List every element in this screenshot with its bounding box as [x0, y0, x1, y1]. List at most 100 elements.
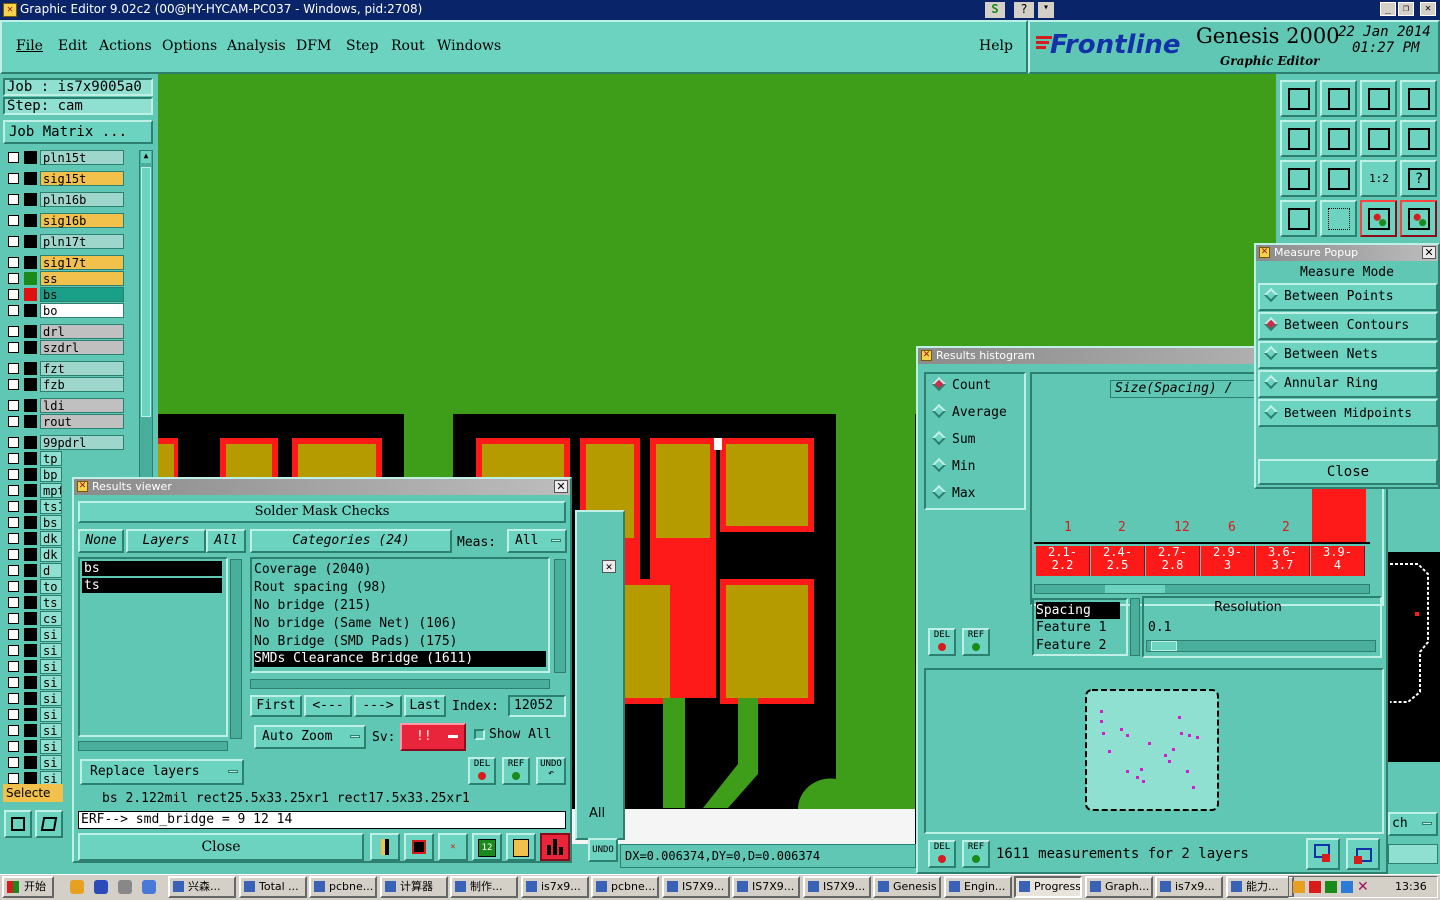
option-between-midpoints[interactable]: Between Midpoints [1258, 399, 1438, 427]
net-icon[interactable] [1400, 200, 1437, 237]
layer-checkbox[interactable] [8, 257, 19, 268]
layer-label[interactable]: pln15t [40, 150, 124, 165]
category-list[interactable]: Coverage (2040) Rout spacing (98) No bri… [250, 557, 550, 673]
menu-item-help[interactable]: Help [979, 38, 1013, 54]
category-item[interactable]: No Bridge (SMD Pads) (175) [254, 633, 548, 651]
layer-row[interactable]: fzt [6, 361, 124, 376]
layer-label[interactable]: bo [40, 303, 124, 318]
category-item[interactable]: No bridge (215) [254, 597, 548, 615]
layer-label[interactable]: si [40, 675, 62, 690]
menu-item-analysis[interactable]: Analysis [227, 38, 286, 54]
layout-icon[interactable] [1400, 80, 1437, 117]
fit-icon[interactable] [1280, 160, 1317, 197]
histogram-bin[interactable]: 3.9- 4 [1311, 546, 1365, 576]
layer-label[interactable]: 99pdrl [40, 435, 124, 450]
last-button[interactable]: Last [404, 695, 446, 717]
layer-label[interactable]: drl [40, 324, 124, 339]
layer-row[interactable]: pln16b [6, 192, 124, 207]
layer-checkbox[interactable] [8, 400, 19, 411]
taskbar-item[interactable]: Total ... [239, 876, 307, 898]
quick-launch-icon[interactable] [94, 880, 108, 894]
category-item[interactable]: Rout spacing (98) [254, 579, 548, 597]
layer-label[interactable]: si [40, 691, 62, 706]
close-window-button[interactable]: ✕ [1420, 2, 1436, 16]
taskbar-item[interactable]: pcbne... [309, 876, 377, 898]
number-icon[interactable]: 12 [472, 833, 502, 861]
spacing-vscroll[interactable] [1130, 598, 1140, 656]
settings-icon[interactable] [1280, 200, 1317, 237]
zoom-to-result-icon[interactable] [1306, 838, 1340, 870]
load-icon[interactable] [1280, 80, 1317, 117]
taskbar-item[interactable]: pcbne... [591, 876, 659, 898]
help-icon[interactable]: ? [1014, 2, 1034, 18]
histogram-icon[interactable] [540, 833, 570, 861]
select-tool-icon[interactable] [4, 810, 32, 838]
layer-label[interactable]: sig16b [40, 213, 124, 228]
category-vscroll[interactable] [554, 559, 566, 673]
layer-checkbox[interactable] [8, 773, 19, 784]
layer-list-item[interactable]: bs [82, 561, 222, 576]
taskbar-item[interactable]: Engin... [944, 876, 1012, 898]
layer-checkbox[interactable] [8, 379, 19, 390]
layer-row[interactable]: sig17t [6, 255, 124, 270]
taskbar-item[interactable]: is7x9... [1155, 876, 1223, 898]
option-between-points[interactable]: Between Points [1258, 283, 1438, 311]
layer-checkbox[interactable] [8, 581, 19, 592]
s-icon-button[interactable]: S [985, 2, 1005, 18]
layer-label[interactable]: tp [40, 451, 62, 466]
ch-dropdown[interactable]: ch [1388, 812, 1438, 836]
layers-button[interactable]: Layers [126, 529, 206, 553]
layer-list-item[interactable]: ts [82, 578, 222, 593]
layer-checkbox[interactable] [8, 725, 19, 736]
layer-row[interactable]: pln17t [6, 234, 124, 249]
histogram-bin[interactable]: 3.6- 3.7 [1256, 546, 1310, 576]
histogram-hscroll[interactable] [1034, 584, 1370, 594]
layer-checkbox[interactable] [8, 645, 19, 656]
taskbar-item[interactable]: 计算器 [380, 876, 448, 898]
auto-zoom-dropdown[interactable]: Auto Zoom [254, 725, 366, 749]
layer-label[interactable]: to [40, 579, 62, 594]
layer-label[interactable]: rout [40, 414, 124, 429]
layer-checkbox[interactable] [8, 613, 19, 624]
next-button[interactable]: ---> [354, 695, 402, 717]
layer-label[interactable]: bs [40, 287, 124, 302]
record-icon[interactable] [404, 833, 434, 861]
histogram-bin[interactable]: 2.7- 2.8 [1146, 546, 1200, 576]
layer-row[interactable]: rout [6, 414, 124, 429]
layer-label[interactable]: dk [40, 547, 62, 562]
layer-checkbox[interactable] [8, 273, 19, 284]
layer-checkbox[interactable] [8, 342, 19, 353]
layer-label[interactable]: d [40, 563, 62, 578]
layer-checkbox[interactable] [8, 469, 19, 480]
layer-row[interactable]: 99pdrl [6, 435, 124, 450]
zoom-to-all-icon[interactable] [1346, 838, 1380, 870]
measure-close-button[interactable]: Close [1258, 459, 1438, 485]
layer-checkbox[interactable] [8, 305, 19, 316]
delete-ref-icon[interactable]: ✕ [438, 833, 468, 861]
layer-checkbox[interactable] [8, 194, 19, 205]
layer-label[interactable]: bp [40, 467, 62, 482]
layer-list-vscroll[interactable] [230, 559, 242, 739]
histogram-bin[interactable]: 2.9- 3 [1201, 546, 1255, 576]
layer-checkbox[interactable] [8, 533, 19, 544]
layer-label[interactable]: si [40, 659, 62, 674]
mode-average[interactable]: Average [931, 403, 1024, 432]
spacing-item-selected[interactable]: Spacing [1036, 602, 1120, 619]
mode-sum[interactable]: Sum [931, 430, 1024, 459]
layer-row[interactable]: fzb [6, 377, 124, 392]
layer-label[interactable]: si [40, 723, 62, 738]
layer-label[interactable]: bs [40, 515, 62, 530]
index-input[interactable]: 12052 [508, 695, 566, 717]
layer-label[interactable]: si [40, 739, 62, 754]
histogram-ref-button[interactable]: REF [962, 628, 990, 656]
grid-icon[interactable] [1320, 200, 1357, 237]
layer-checkbox[interactable] [8, 757, 19, 768]
quick-launch-icon[interactable] [142, 880, 156, 894]
layer-row[interactable]: bo [6, 303, 124, 318]
taskbar-item[interactable]: IS7X9... [803, 876, 871, 898]
layer-checkbox[interactable] [8, 485, 19, 496]
layer-checkbox[interactable] [8, 693, 19, 704]
layer-row[interactable]: ldi [6, 398, 124, 413]
replace-layers-dropdown[interactable]: Replace layers [80, 759, 244, 785]
quick-launch-icon[interactable] [70, 880, 84, 894]
